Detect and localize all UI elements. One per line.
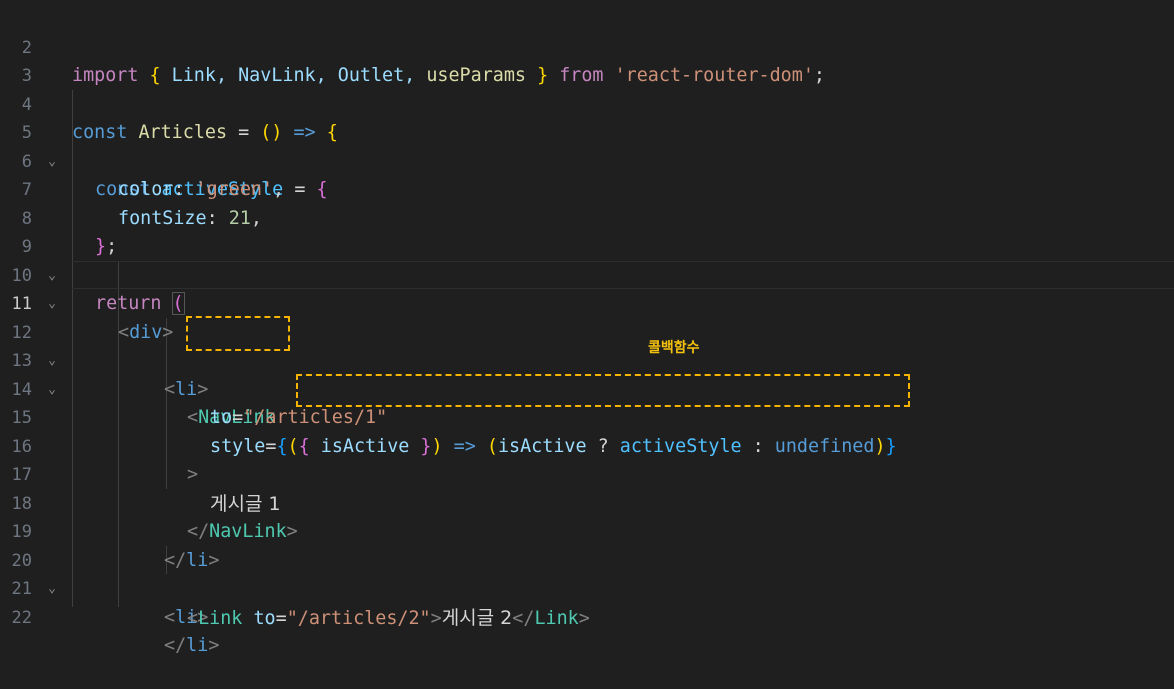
code-line[interactable]: 2 import { Link, NavLink, Outlet, usePar…	[0, 5, 1174, 87]
code-line[interactable]: 8 };	[0, 176, 1174, 258]
code-line[interactable]: 10 ⌄ <div>	[0, 233, 1174, 343]
code-line-active[interactable]: 11	[0, 262, 1174, 314]
code-line[interactable]: 16 >	[0, 404, 1174, 486]
code-line[interactable]: 14 to="/articles/1"	[0, 347, 1174, 429]
code-line[interactable]: 6 color: 'green',	[0, 119, 1174, 201]
code-line[interactable]: 19 </li>	[0, 490, 1174, 571]
code-line[interactable]: 9 ⌄ return (	[0, 205, 1174, 315]
code-line[interactable]: 13 ⌄ <NavLink	[0, 319, 1174, 428]
code-content[interactable]: </li>	[164, 632, 219, 661]
line-number: 22	[11, 607, 32, 628]
callback-annotation-label: 콜백함수	[648, 340, 700, 356]
code-line[interactable]: 3	[0, 34, 1174, 86]
code-content[interactable]: <Link to="/articles/2">게시글 2</Link>	[187, 604, 590, 634]
code-line[interactable]: 12 ⌄ <li>	[0, 290, 1174, 400]
callback-highlight-box	[296, 374, 910, 407]
code-line[interactable]: 5 ⌄ const activeStyle = {	[0, 91, 1174, 200]
navlink-highlight-box	[186, 316, 290, 351]
code-line[interactable]: 7 fontSize: 21,	[0, 148, 1174, 229]
code-editor[interactable]: 2 import { Link, NavLink, Outlet, usePar…	[0, 0, 1174, 657]
code-line[interactable]: 20 ⌄ <li>	[0, 518, 1174, 628]
code-line[interactable]: 18 </NavLink>	[0, 461, 1174, 543]
code-line[interactable]: 17 게시글 1	[0, 433, 1174, 515]
code-line[interactable]: 21 <Link to="/articles/2">게시글 2</Link>	[0, 547, 1174, 629]
code-line[interactable]: 22 </li>	[0, 575, 1174, 657]
code-line[interactable]: 4 const Articles = () => {	[0, 62, 1174, 144]
